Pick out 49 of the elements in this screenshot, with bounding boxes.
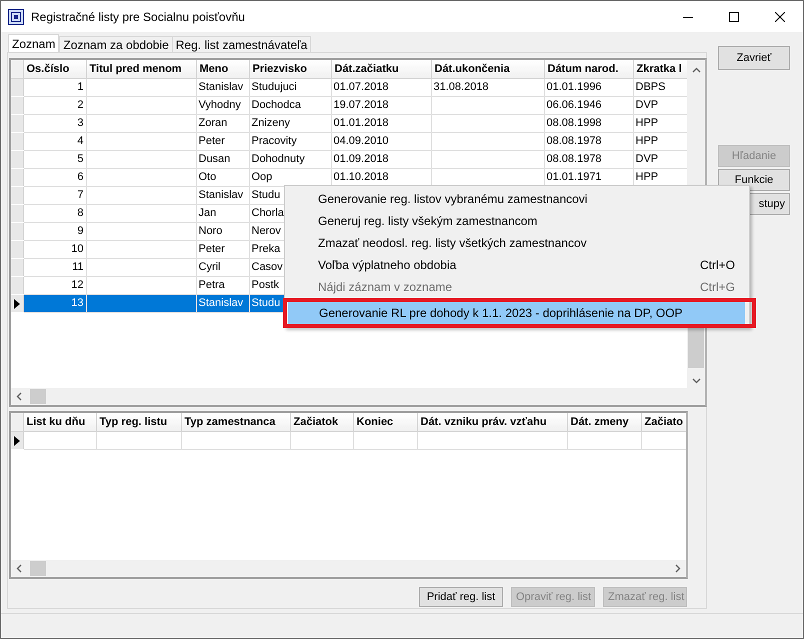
table-cell: Pracovity — [249, 132, 331, 150]
table-cell: 19.07.2018 — [331, 96, 431, 114]
table-cell: 11 — [23, 258, 86, 276]
table-cell: Vyhodny — [196, 96, 249, 114]
table-cell: 9 — [23, 222, 86, 240]
table-cell: Oop — [249, 168, 331, 186]
table-cell: 8 — [23, 204, 86, 222]
table-cell: Studujuci — [249, 78, 331, 96]
table-cell: 01.07.2018 — [331, 78, 431, 96]
table-cell: 31.08.2018 — [431, 78, 544, 96]
table-cell: Peter — [196, 132, 249, 150]
table-cell: 04.09.2010 — [331, 132, 431, 150]
table-cell: Noro — [196, 222, 249, 240]
window-title: Registračné listy pre Socialnu poisťovňu — [31, 10, 246, 24]
table-cell: Petra — [196, 276, 249, 294]
table-cell: 08.08.1978 — [544, 132, 633, 150]
table-cell: DVP — [633, 150, 687, 168]
table-cell: Oto — [196, 168, 249, 186]
table-cell: Stanislav — [196, 78, 249, 96]
table-cell: 01.09.2018 — [331, 150, 431, 168]
table-cell: 6 — [23, 168, 86, 186]
table-cell: DBPS — [633, 78, 687, 96]
table-cell: 10 — [23, 240, 86, 258]
table-cell: HPP — [633, 114, 687, 132]
table-cell: 3 — [23, 114, 86, 132]
table-cell: Jan — [196, 204, 249, 222]
table-cell: HPP — [633, 132, 687, 150]
table-cell: 01.01.2018 — [331, 114, 431, 132]
table-cell: 06.06.1946 — [544, 96, 633, 114]
table-cell: 5 — [23, 150, 86, 168]
table-cell: 08.08.1978 — [544, 150, 633, 168]
table-cell: Stanislav — [196, 294, 249, 312]
table-cell: 1 — [23, 78, 86, 96]
table-cell: 7 — [23, 186, 86, 204]
table-cell: Dohodnuty — [249, 150, 331, 168]
table-cell: Znizeny — [249, 114, 331, 132]
table-cell: Zoran — [196, 114, 249, 132]
table-cell: 2 — [23, 96, 86, 114]
table-cell: Dochodca — [249, 96, 331, 114]
table-cell: 12 — [23, 276, 86, 294]
table-cell: 08.08.1998 — [544, 114, 633, 132]
table-cell: 4 — [23, 132, 86, 150]
table-cell: Dusan — [196, 150, 249, 168]
table-cell: Cyril — [196, 258, 249, 276]
table-cell: DVP — [633, 96, 687, 114]
table-cell: Stanislav — [196, 186, 249, 204]
table-cell: Peter — [196, 240, 249, 258]
table-cell: 13 — [23, 294, 86, 312]
table-cell: 01.01.1996 — [544, 78, 633, 96]
